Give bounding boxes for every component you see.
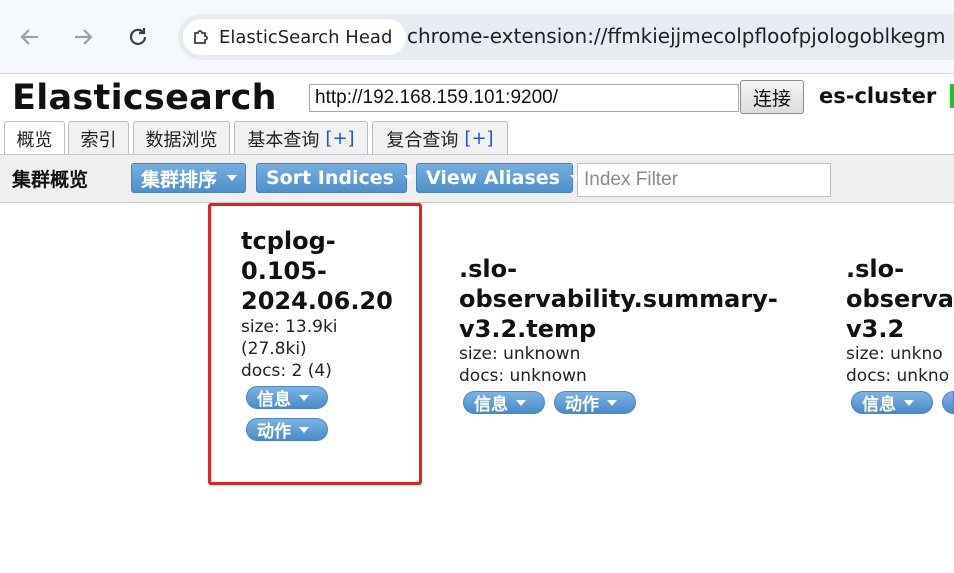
- reload-icon: [129, 28, 147, 45]
- caret-down-icon: [904, 399, 914, 406]
- reload-button[interactable]: [121, 20, 155, 54]
- action-button[interactable]: 动作: [554, 391, 636, 414]
- caret-down-icon: [403, 175, 414, 181]
- index-docs: docs: unknown: [459, 366, 587, 386]
- cluster-name: es-cluster: [819, 84, 937, 108]
- index-name-line: .slo-: [459, 255, 518, 283]
- button-label: Sort Indices: [266, 167, 394, 189]
- index-docs: docs: unkno: [846, 366, 950, 386]
- site-info-chip[interactable]: ElasticSearch Head: [183, 19, 407, 55]
- index-filter-input[interactable]: [577, 163, 831, 197]
- arrow-left-icon: [20, 29, 38, 45]
- button-label: 信息: [474, 395, 508, 414]
- cluster-health-indicator: [950, 84, 954, 108]
- index-name-line: observability.summary-: [459, 285, 778, 313]
- caret-down-icon: [516, 399, 526, 406]
- button-label: 信息: [862, 395, 896, 414]
- tab-label: 数据浏览: [145, 129, 218, 151]
- cluster-sort-button[interactable]: 集群排序: [131, 163, 246, 193]
- tab-label: 复合查询: [386, 129, 459, 151]
- tab-basic-query[interactable]: 基本查询 [+]: [234, 121, 368, 155]
- button-label: 集群排序: [141, 168, 218, 191]
- index-size: size: unkno: [846, 344, 943, 364]
- index-name-line: observa: [846, 285, 954, 313]
- forward-button[interactable]: [66, 20, 100, 54]
- button-label: View Aliases: [426, 167, 560, 189]
- action-button[interactable]: [942, 391, 954, 414]
- caret-down-icon: [607, 399, 617, 406]
- connect-button[interactable]: 连接: [740, 80, 804, 114]
- tab-compound-query[interactable]: 复合查询 [+]: [372, 121, 508, 155]
- back-button[interactable]: [13, 20, 47, 54]
- arrow-right-icon: [75, 29, 93, 45]
- index-name-line: v3.2: [846, 315, 905, 343]
- index-size: size: unknown: [459, 344, 581, 364]
- tab-label: 基本查询: [247, 129, 320, 151]
- browser-toolbar: ElasticSearch Head chrome-extension://ff…: [0, 0, 954, 74]
- tab-indices[interactable]: 索引: [68, 121, 129, 155]
- index-name-line: v3.2.temp: [459, 315, 597, 343]
- site-chip-label: ElasticSearch Head: [219, 26, 393, 48]
- tab-label: 索引: [80, 129, 117, 151]
- es-url-input[interactable]: [309, 84, 739, 112]
- url-text: chrome-extension://ffmkiejjmecolpfloofpj…: [407, 24, 946, 48]
- view-aliases-button[interactable]: View Aliases: [416, 163, 580, 193]
- highlight-box: [208, 203, 422, 485]
- sort-indices-button[interactable]: Sort Indices: [256, 163, 414, 193]
- toolbar-title: 集群概览: [12, 169, 89, 191]
- tab-data-browse[interactable]: 数据浏览: [133, 121, 230, 155]
- extension-puzzle-icon: [194, 30, 208, 44]
- info-button[interactable]: 信息: [463, 391, 545, 414]
- tab-add-indicator: [+]: [325, 128, 355, 149]
- info-button[interactable]: 信息: [851, 391, 933, 414]
- caret-down-icon: [227, 175, 238, 181]
- tab-label: 概览: [16, 130, 53, 151]
- app-title: Elasticsearch: [12, 78, 277, 118]
- main-tabs: 概览 索引 数据浏览 基本查询 [+] 复合查询 [+]: [0, 121, 954, 156]
- index-name-line: .slo-: [846, 255, 905, 283]
- tab-add-indicator: [+]: [464, 128, 494, 149]
- tab-overview[interactable]: 概览: [4, 121, 65, 156]
- button-label: 动作: [565, 395, 599, 414]
